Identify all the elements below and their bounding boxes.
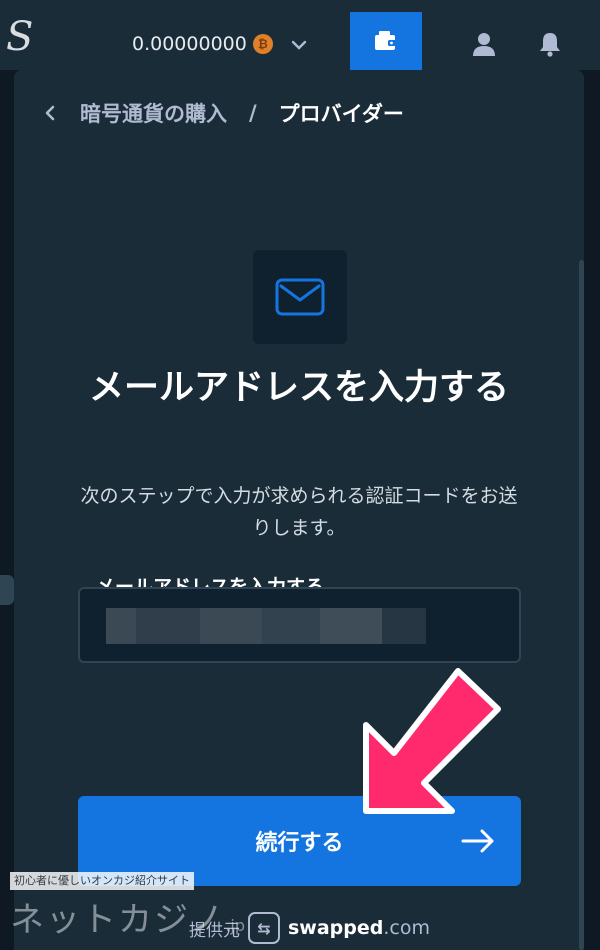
notifications-button[interactable] bbox=[536, 30, 564, 58]
page-description: 次のステップで入力が求められる認証コードをお送りします。 bbox=[80, 485, 518, 539]
mail-icon-container bbox=[253, 250, 347, 344]
mail-icon bbox=[275, 278, 325, 316]
scrollbar[interactable] bbox=[579, 260, 584, 950]
redacted-email bbox=[320, 608, 382, 644]
redacted-email bbox=[136, 608, 200, 644]
redacted-email bbox=[382, 608, 426, 644]
balance-amount: 0.00000000 bbox=[132, 33, 247, 55]
swapped-brand: swapped bbox=[288, 917, 384, 939]
bitcoin-icon: ₿ bbox=[252, 34, 273, 54]
breadcrumb-current: プロバイダー bbox=[278, 102, 404, 126]
breadcrumb-separator: / bbox=[249, 101, 257, 125]
swapped-tld: .com bbox=[383, 917, 430, 939]
redacted-email bbox=[262, 608, 320, 644]
breadcrumb: 暗号通貨の購入 / プロバイダー bbox=[44, 98, 404, 128]
wallet-button[interactable] bbox=[350, 12, 422, 70]
arrow-right-icon bbox=[461, 829, 494, 853]
background-edge bbox=[0, 575, 14, 605]
chevron-left-icon bbox=[45, 105, 55, 121]
breadcrumb-parent[interactable]: 暗号通貨の購入 bbox=[80, 98, 227, 128]
page-title: メールアドレスを入力する bbox=[88, 368, 509, 408]
watermark-logo: ネットカジノ.jp bbox=[10, 892, 245, 941]
wallet-icon bbox=[375, 31, 397, 50]
watermark-suffix: .jp bbox=[225, 916, 246, 935]
bell-icon bbox=[540, 33, 560, 57]
redacted-email bbox=[200, 608, 262, 644]
annotation-arrow-icon bbox=[363, 668, 501, 814]
purchase-modal: 暗号通貨の購入 / プロバイダー メールアドレスを入力する 次のステップで入力が… bbox=[14, 70, 584, 950]
watermark-tagline: 初心者に優しいオンカジ紹介サイト bbox=[10, 872, 194, 890]
redacted-email bbox=[106, 608, 136, 644]
watermark-name: ネットカジノ bbox=[10, 900, 226, 940]
swapped-link[interactable]: swapped.com bbox=[288, 917, 430, 939]
top-bar: S 0.00000000 ₿ bbox=[0, 0, 600, 70]
continue-button-label: 続行する bbox=[255, 831, 344, 856]
back-button[interactable] bbox=[44, 104, 80, 122]
chevron-down-icon bbox=[291, 33, 307, 55]
site-logo[interactable]: S bbox=[6, 14, 38, 60]
user-icon bbox=[473, 33, 495, 56]
swapped-logo-icon: ⇆ bbox=[248, 912, 280, 944]
balance-selector[interactable]: 0.00000000 ₿ bbox=[132, 30, 307, 58]
user-button[interactable] bbox=[470, 30, 498, 58]
